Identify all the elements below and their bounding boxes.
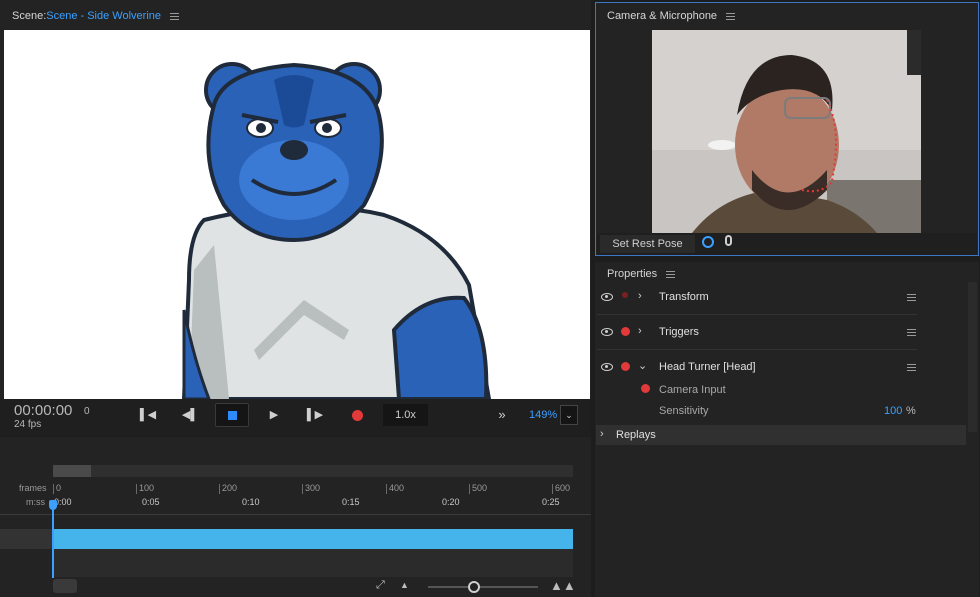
wolverine-character <box>181 62 492 399</box>
row-menu-icon[interactable] <box>907 364 916 371</box>
track-label-area <box>0 529 52 549</box>
stop-button[interactable] <box>215 403 249 427</box>
frame-tick-label: 500 <box>472 483 488 493</box>
property-row-head-turner[interactable]: ⌄ Head Turner [Head] <box>597 352 917 386</box>
zoom-in-mountain-icon[interactable]: ▲▲ <box>550 578 576 593</box>
zoom-out-mountain-icon[interactable]: ▲ <box>400 580 409 590</box>
record-button[interactable] <box>352 410 363 421</box>
sensitivity-unit: % <box>906 405 916 417</box>
frame-tick <box>469 484 470 494</box>
camera-feed <box>652 30 921 233</box>
camera-panel-title[interactable]: Camera & Microphone <box>607 10 736 22</box>
property-row-triggers[interactable]: › Triggers <box>597 317 917 351</box>
set-rest-pose-button[interactable]: Set Rest Pose <box>600 235 695 253</box>
property-label: Head Turner [Head] <box>659 361 756 373</box>
property-label: Transform <box>659 291 709 303</box>
scene-name: Scene - Side Wolverine <box>46 10 161 22</box>
playhead[interactable] <box>52 500 54 578</box>
visibility-eye-icon[interactable] <box>601 328 613 336</box>
row-divider <box>597 314 917 315</box>
time-tick-label: 0:15 <box>342 497 360 507</box>
frame-tick <box>552 484 553 494</box>
chevron-right-icon: › <box>600 428 604 440</box>
fit-timeline-icon[interactable]: ⤢ <box>376 579 385 592</box>
time-tick-label: 0:20 <box>442 497 460 507</box>
replays-label: Replays <box>616 429 656 441</box>
zoom-level[interactable]: 149% <box>529 409 557 421</box>
timeline-scrollbar-track[interactable] <box>53 465 573 477</box>
visibility-eye-icon[interactable] <box>601 363 613 371</box>
property-label: Triggers <box>659 326 699 338</box>
camera-panel-title-text: Camera & Microphone <box>607 10 718 22</box>
chevron-right-icon[interactable]: › <box>638 290 642 302</box>
webcam-icon[interactable] <box>702 236 714 248</box>
replays-header[interactable]: › Replays <box>596 425 966 445</box>
speed-button[interactable]: 1.0x <box>383 404 428 426</box>
scene-title[interactable]: Scene:Scene - Side Wolverine <box>12 10 180 22</box>
time-tick-label: 0:05 <box>142 497 160 507</box>
frame-tick-label: 0 <box>56 483 62 493</box>
frame-tick <box>136 484 137 494</box>
properties-title[interactable]: Properties <box>607 268 676 280</box>
frame-tick-label: 200 <box>222 483 238 493</box>
stop-icon <box>228 411 237 420</box>
camera-input-record-dot[interactable] <box>641 384 650 393</box>
scene-menu-icon[interactable] <box>170 12 180 20</box>
timecode: 00:00:00 <box>14 402 73 419</box>
frame-tick <box>219 484 220 494</box>
frame-number: 0 <box>84 406 90 417</box>
record-arm-dot[interactable] <box>622 292 628 298</box>
fast-forward-icon[interactable]: » <box>493 404 511 426</box>
visibility-eye-icon[interactable] <box>601 293 613 301</box>
camera-input-label: Camera Input <box>659 384 726 396</box>
time-tick-label: 0:25 <box>542 497 560 507</box>
row-menu-icon[interactable] <box>907 329 916 336</box>
frame-tick <box>302 484 303 494</box>
sensitivity-value[interactable]: 100 <box>884 405 902 417</box>
step-forward-icon[interactable]: ▌▶ <box>305 404 325 426</box>
row-divider <box>597 349 917 350</box>
chevron-down-icon[interactable]: ⌄ <box>638 359 647 372</box>
fps-label: 24 fps <box>14 419 42 430</box>
mss-label: m:ss <box>26 497 45 507</box>
frame-tick-label: 100 <box>139 483 155 493</box>
scene-stage[interactable] <box>4 30 590 399</box>
timeline-zoom-slider-track[interactable] <box>428 586 538 588</box>
record-arm-dot[interactable] <box>621 362 630 371</box>
step-back-icon[interactable]: ◀▌ <box>180 404 200 426</box>
chevron-right-icon[interactable]: › <box>638 325 642 337</box>
track-scroll-thumb[interactable] <box>53 579 77 593</box>
properties-title-text: Properties <box>607 268 658 280</box>
camera-image <box>652 30 921 233</box>
microphone-icon[interactable] <box>725 235 732 246</box>
sensitivity-label: Sensitivity <box>659 405 709 417</box>
timeline-zoom-slider-thumb[interactable] <box>468 581 480 593</box>
playhead-handle[interactable] <box>49 500 57 510</box>
frame-tick-label: 600 <box>555 483 571 493</box>
timeline-divider <box>0 514 591 515</box>
properties-scrollbar[interactable] <box>968 282 977 432</box>
scene-prefix: Scene: <box>12 10 47 22</box>
frame-tick <box>53 484 54 494</box>
go-to-start-icon[interactable]: ▌◀ <box>138 404 158 426</box>
frames-label: frames <box>19 483 47 493</box>
property-row-transform[interactable]: › Transform <box>597 282 917 316</box>
frame-tick-label: 400 <box>389 483 405 493</box>
play-icon[interactable]: ▶ <box>264 404 284 426</box>
camera-menu-icon[interactable] <box>726 12 736 20</box>
frame-tick-label: 300 <box>305 483 321 493</box>
track-lane <box>53 549 573 577</box>
frame-tick <box>386 484 387 494</box>
record-arm-dot[interactable] <box>621 327 630 336</box>
row-menu-icon[interactable] <box>907 294 916 301</box>
scene-track-bar[interactable] <box>53 529 573 549</box>
timeline-scrollbar-thumb[interactable] <box>53 465 91 477</box>
properties-menu-icon[interactable] <box>666 270 676 278</box>
time-tick-label: 0:10 <box>242 497 260 507</box>
zoom-dropdown-button[interactable]: ⌄ <box>560 405 578 425</box>
